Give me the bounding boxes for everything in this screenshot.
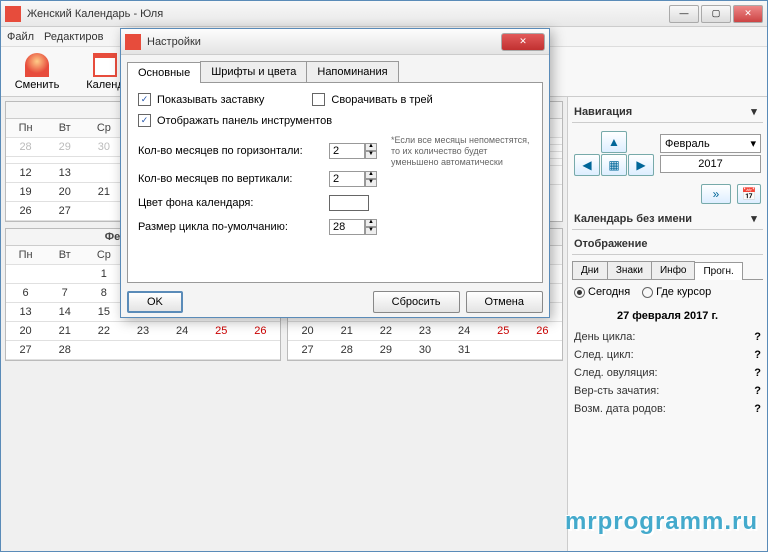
- current-date: 27 февраля 2017 г.: [572, 304, 763, 328]
- dialog-titlebar: Настройки ✕: [121, 29, 549, 55]
- chevron-down-icon: ▾: [747, 212, 761, 225]
- spin-down-icon[interactable]: ▼: [365, 151, 377, 159]
- nav-arrows: ▲ ◀ ▦ ▶: [574, 131, 654, 176]
- dialog-close-button[interactable]: ✕: [501, 33, 545, 51]
- radio-cursor[interactable]: Где курсор: [642, 286, 711, 298]
- checkbox-tray[interactable]: [312, 93, 325, 106]
- chevron-down-icon: ▾: [747, 105, 761, 118]
- nav-up[interactable]: ▲: [601, 131, 627, 153]
- nav-right[interactable]: ▶: [628, 154, 654, 176]
- spinner-months-v[interactable]: ▲▼: [329, 171, 377, 187]
- dialog-buttons: OK Сбросить Отмена: [127, 283, 543, 313]
- calendar-icon: [93, 53, 117, 77]
- calname-panel[interactable]: Календарь без имени ▾: [572, 208, 763, 230]
- menu-file[interactable]: Файл: [7, 31, 34, 43]
- main-titlebar: Женский Календарь - Юля — ▢ ✕: [1, 1, 767, 27]
- close-button[interactable]: ✕: [733, 5, 763, 23]
- nav-panel-title[interactable]: Навигация ▾: [572, 101, 763, 123]
- maximize-button[interactable]: ▢: [701, 5, 731, 23]
- tab-info[interactable]: Инфо: [651, 261, 696, 279]
- cancel-button[interactable]: Отмена: [466, 291, 543, 313]
- checkbox-splash[interactable]: [138, 93, 151, 106]
- sidebar: Навигация ▾ ▲ ◀ ▦ ▶ Февраль▾ 2017: [567, 97, 767, 551]
- window-buttons: — ▢ ✕: [669, 5, 763, 23]
- tab-signs[interactable]: Знаки: [607, 261, 652, 279]
- radio-today[interactable]: Сегодня: [574, 286, 630, 298]
- display-tabs: Дни Знаки Инфо Прогн.: [572, 261, 763, 280]
- nav-cal-icon[interactable]: 📅: [737, 184, 761, 204]
- dialog-title: Настройки: [147, 36, 501, 48]
- nav-fastfwd[interactable]: »: [701, 184, 731, 204]
- tab-fonts[interactable]: Шрифты и цвета: [200, 61, 307, 82]
- month-combo[interactable]: Февраль▾: [660, 134, 761, 153]
- display-panel: Отображение: [572, 234, 763, 255]
- minimize-button[interactable]: —: [669, 5, 699, 23]
- reset-button[interactable]: Сбросить: [373, 291, 460, 313]
- spin-up-icon[interactable]: ▲: [365, 143, 377, 151]
- checkbox-toolbar[interactable]: [138, 114, 151, 127]
- app-icon: [5, 6, 21, 22]
- tab-days[interactable]: Дни: [572, 261, 608, 279]
- spinner-cycle[interactable]: ▲▼: [329, 219, 377, 235]
- settings-panel: Показывать заставку Сворачивать в трей О…: [127, 83, 543, 283]
- year-box[interactable]: 2017: [660, 155, 761, 173]
- nav-center[interactable]: ▦: [601, 154, 627, 176]
- tab-reminders[interactable]: Напоминания: [306, 61, 398, 82]
- color-well[interactable]: [329, 195, 369, 211]
- dialog-icon: [125, 34, 141, 50]
- ok-button[interactable]: OK: [127, 291, 183, 313]
- user-icon: [25, 53, 49, 77]
- settings-dialog: Настройки ✕ Основные Шрифты и цвета Напо…: [120, 28, 550, 318]
- spinner-months-h[interactable]: ▲▼: [329, 143, 377, 159]
- tab-prognosis[interactable]: Прогн.: [694, 262, 742, 280]
- window-title: Женский Календарь - Юля: [27, 8, 669, 20]
- menu-edit[interactable]: Редактиров: [44, 31, 103, 43]
- tab-basic[interactable]: Основные: [127, 62, 201, 83]
- nav-left[interactable]: ◀: [574, 154, 600, 176]
- toolbar-change-user[interactable]: Сменить: [7, 49, 67, 95]
- settings-tabs: Основные Шрифты и цвета Напоминания: [127, 61, 543, 83]
